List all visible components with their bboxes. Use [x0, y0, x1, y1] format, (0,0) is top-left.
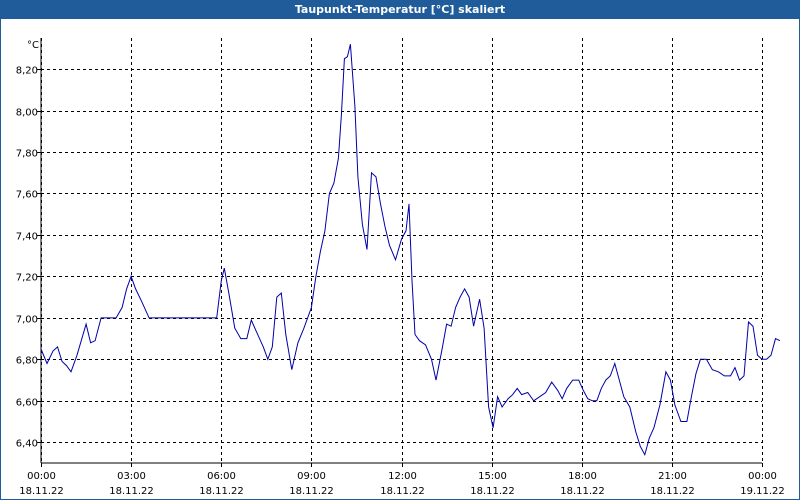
x-tick-date-label: 18.11.22 [109, 486, 154, 497]
line-chart: 6,40 6,60 6,80 7,00 7,20 7,40 7,60 7,80 8,00 8,20… [16, 38, 785, 497]
y-tick-label: 7,40 [16, 232, 38, 243]
grid-lines [41, 38, 763, 463]
x-tick-time-label: 18:00 [568, 471, 597, 482]
x-tick-date-label: 18.11.22 [199, 486, 244, 497]
y-tick-label: 8,00 [16, 108, 38, 119]
x-tick-time-label: 03:00 [117, 471, 146, 482]
x-tick-date-label: 19.11.22 [740, 486, 785, 497]
x-tick-time-label: 00:00 [748, 471, 777, 482]
x-tick-time-label: 12:00 [388, 471, 417, 482]
series-line [40, 44, 781, 457]
y-tick-label: 6,80 [16, 356, 38, 367]
x-tick-date-label: 18.11.22 [289, 486, 334, 497]
y-tick-label: 6,60 [16, 398, 38, 409]
x-tick-date-label: 18.11.22 [650, 486, 695, 497]
y-tick-label: 7,60 [16, 190, 38, 201]
y-axis-ticks: 6,40 6,60 6,80 7,00 7,20 7,40 7,60 7,80 8,00 8,20 [16, 66, 41, 450]
x-tick-time-label: 09:00 [297, 471, 326, 482]
axes [40, 38, 762, 464]
x-tick-date-label: 18.11.22 [380, 486, 425, 497]
x-tick-date-label: 18.11.22 [19, 486, 64, 497]
x-tick-time-label: 00:00 [27, 471, 56, 482]
x-tick-date-label: 18.11.22 [560, 486, 605, 497]
y-tick-label: 7,20 [16, 273, 38, 284]
y-tick-label: 6,40 [16, 439, 38, 450]
x-tick-time-label: 15:00 [478, 471, 507, 482]
y-tick-label: 7,00 [16, 315, 38, 326]
x-tick-time-label: 06:00 [207, 471, 236, 482]
x-tick-date-label: 18.11.22 [470, 486, 515, 497]
x-axis-ticks: 00:00 18.11.22 03:00 18.11.22 06:00 18.11.22 0… [19, 463, 785, 497]
y-tick-label: 8,20 [16, 66, 38, 77]
y-tick-label: 7,80 [16, 149, 38, 160]
y-axis-unit-label: °C [27, 40, 39, 51]
x-tick-time-label: 21:00 [658, 471, 687, 482]
